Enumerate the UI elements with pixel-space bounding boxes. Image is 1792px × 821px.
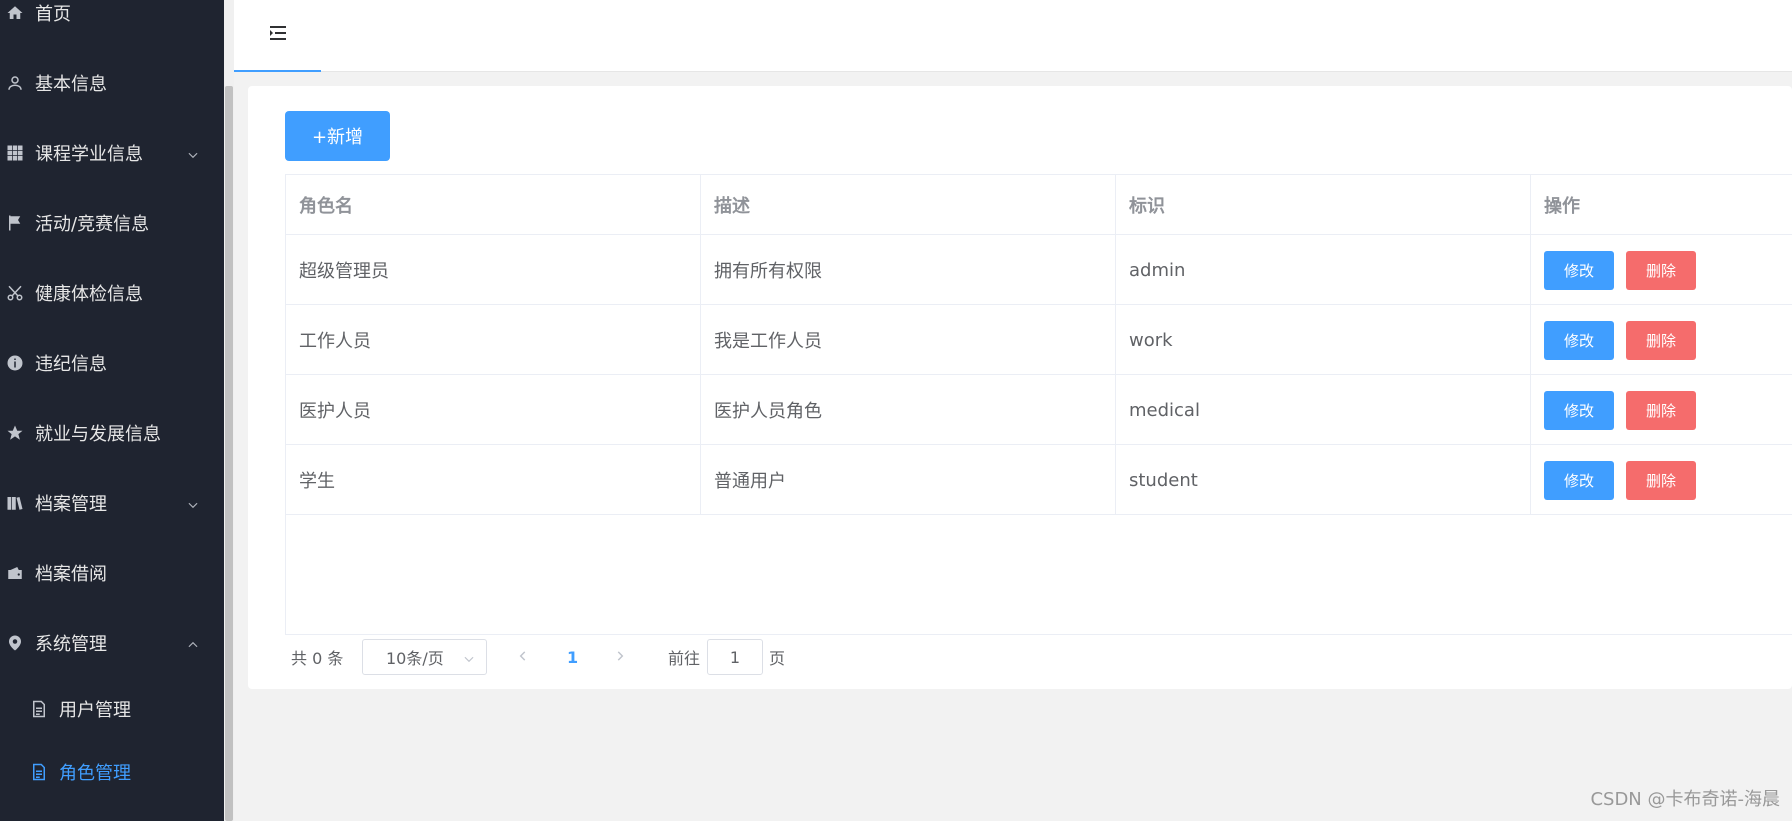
- sidebar-item-label: 档案管理: [35, 494, 107, 515]
- home-icon: [5, 3, 25, 23]
- sidebar-item-label: 档案借阅: [35, 564, 107, 585]
- sidebar-item-label: 活动/竞赛信息: [35, 214, 150, 235]
- edit-button[interactable]: 修改: [1544, 320, 1614, 360]
- page-size-value: 10条/页: [386, 649, 444, 668]
- roles-table: 角色名 描述 标识 操作 超级管理员 拥有所有权限 admin 修改 删除 工作…: [285, 174, 1792, 635]
- edit-button[interactable]: 修改: [1544, 460, 1614, 500]
- top-header: [234, 0, 1792, 72]
- sidebar-item-courses[interactable]: 课程学业信息: [0, 131, 224, 175]
- pagination-total: 共 0 条: [291, 649, 344, 668]
- delete-button[interactable]: 删除: [1626, 250, 1696, 290]
- sidebar-item-label: 角色管理: [59, 763, 131, 784]
- sidebar-item-activities[interactable]: 活动/竞赛信息: [0, 201, 224, 245]
- sidebar-item-home[interactable]: 首页: [0, 0, 224, 35]
- sidebar-item-archive-borrow[interactable]: 档案借阅: [0, 551, 224, 595]
- menu-fold-icon: [268, 24, 288, 46]
- cell-role-name: 工作人员: [286, 305, 701, 375]
- page-unit-label: 页: [769, 649, 786, 668]
- sidebar: 首页 基本信息 课程学业信息 活动/竞赛信息 健康体检信息 违纪信息 就业与发展…: [0, 0, 224, 821]
- cell-actions: 修改 删除: [1531, 305, 1792, 375]
- sidebar-item-label: 课程学业信息: [35, 144, 143, 165]
- goto-page-input[interactable]: [707, 639, 763, 675]
- page-number-current[interactable]: 1: [567, 639, 578, 675]
- info-icon: [5, 353, 25, 373]
- grid-icon: [5, 143, 25, 163]
- sidebar-item-role-management[interactable]: 角色管理: [0, 750, 224, 794]
- cell-actions: 修改 删除: [1531, 235, 1792, 305]
- cell-description: 普通用户: [701, 445, 1116, 515]
- chevron-down-icon: [186, 146, 200, 160]
- next-page-button[interactable]: [613, 639, 627, 675]
- sidebar-item-employment[interactable]: 就业与发展信息: [0, 411, 224, 455]
- sidebar-scrollbar-thumb[interactable]: [225, 86, 233, 821]
- sidebar-item-label: 首页: [35, 4, 71, 25]
- cell-description: 我是工作人员: [701, 305, 1116, 375]
- scissors-icon: [5, 283, 25, 303]
- edit-button[interactable]: 修改: [1544, 250, 1614, 290]
- sidebar-item-label: 违纪信息: [35, 354, 107, 375]
- cell-identifier: admin: [1116, 235, 1531, 305]
- collapse-menu-button[interactable]: [234, 0, 321, 72]
- cell-role-name: 超级管理员: [286, 235, 701, 305]
- sidebar-item-label: 就业与发展信息: [35, 424, 161, 445]
- table-row: 工作人员 我是工作人员 work 修改 删除: [286, 305, 1792, 375]
- sidebar-item-label: 健康体检信息: [35, 284, 143, 305]
- watermark-text: CSDN @卡布奇诺-海晨: [1590, 789, 1780, 810]
- cell-role-name: 医护人员: [286, 375, 701, 445]
- delete-button[interactable]: 删除: [1626, 460, 1696, 500]
- sidebar-item-basic-info[interactable]: 基本信息: [0, 61, 224, 105]
- column-header: 角色名: [286, 175, 701, 235]
- files-icon: [5, 493, 25, 513]
- sidebar-item-archives[interactable]: 档案管理: [0, 481, 224, 525]
- goto-label: 前往: [668, 649, 701, 668]
- column-header: 标识: [1116, 175, 1531, 235]
- flag-icon: [5, 213, 25, 233]
- wallet-icon: [5, 563, 25, 583]
- table-row: 医护人员 医护人员角色 medical 修改 删除: [286, 375, 1792, 445]
- cell-description: 拥有所有权限: [701, 235, 1116, 305]
- delete-button[interactable]: 删除: [1626, 390, 1696, 430]
- chevron-right-icon: [613, 648, 627, 667]
- cell-description: 医护人员角色: [701, 375, 1116, 445]
- cell-role-name: 学生: [286, 445, 701, 515]
- sidebar-item-system[interactable]: 系统管理: [0, 621, 224, 665]
- chevron-down-icon: [462, 651, 476, 665]
- delete-button[interactable]: 删除: [1626, 320, 1696, 360]
- prev-page-button[interactable]: [516, 639, 530, 675]
- document-icon: [29, 762, 49, 782]
- chevron-up-icon: [186, 636, 200, 650]
- cell-actions: 修改 删除: [1531, 445, 1792, 515]
- edit-button[interactable]: 修改: [1544, 390, 1614, 430]
- cell-identifier: medical: [1116, 375, 1531, 445]
- sidebar-item-user-management[interactable]: 用户管理: [0, 687, 224, 731]
- cell-actions: 修改 删除: [1531, 375, 1792, 445]
- sidebar-item-discipline[interactable]: 违纪信息: [0, 341, 224, 385]
- column-header: 描述: [701, 175, 1116, 235]
- chevron-down-icon: [186, 496, 200, 510]
- table-row: 超级管理员 拥有所有权限 admin 修改 删除: [286, 235, 1792, 305]
- document-icon: [29, 699, 49, 719]
- page-size-select[interactable]: 10条/页: [362, 639, 487, 675]
- sidebar-item-label: 基本信息: [35, 74, 107, 95]
- chevron-left-icon: [516, 648, 530, 667]
- cell-identifier: student: [1116, 445, 1531, 515]
- user-icon: [5, 73, 25, 93]
- table-row: 学生 普通用户 student 修改 删除: [286, 445, 1792, 515]
- sidebar-item-label: 用户管理: [59, 700, 131, 721]
- location-icon: [5, 633, 25, 653]
- sidebar-item-health[interactable]: 健康体检信息: [0, 271, 224, 315]
- cell-identifier: work: [1116, 305, 1531, 375]
- table-header: 角色名 描述 标识 操作: [286, 175, 1792, 235]
- column-header: 操作: [1544, 196, 1580, 217]
- add-button[interactable]: +新增: [285, 111, 390, 161]
- star-icon: [5, 423, 25, 443]
- sidebar-item-label: 系统管理: [35, 634, 107, 655]
